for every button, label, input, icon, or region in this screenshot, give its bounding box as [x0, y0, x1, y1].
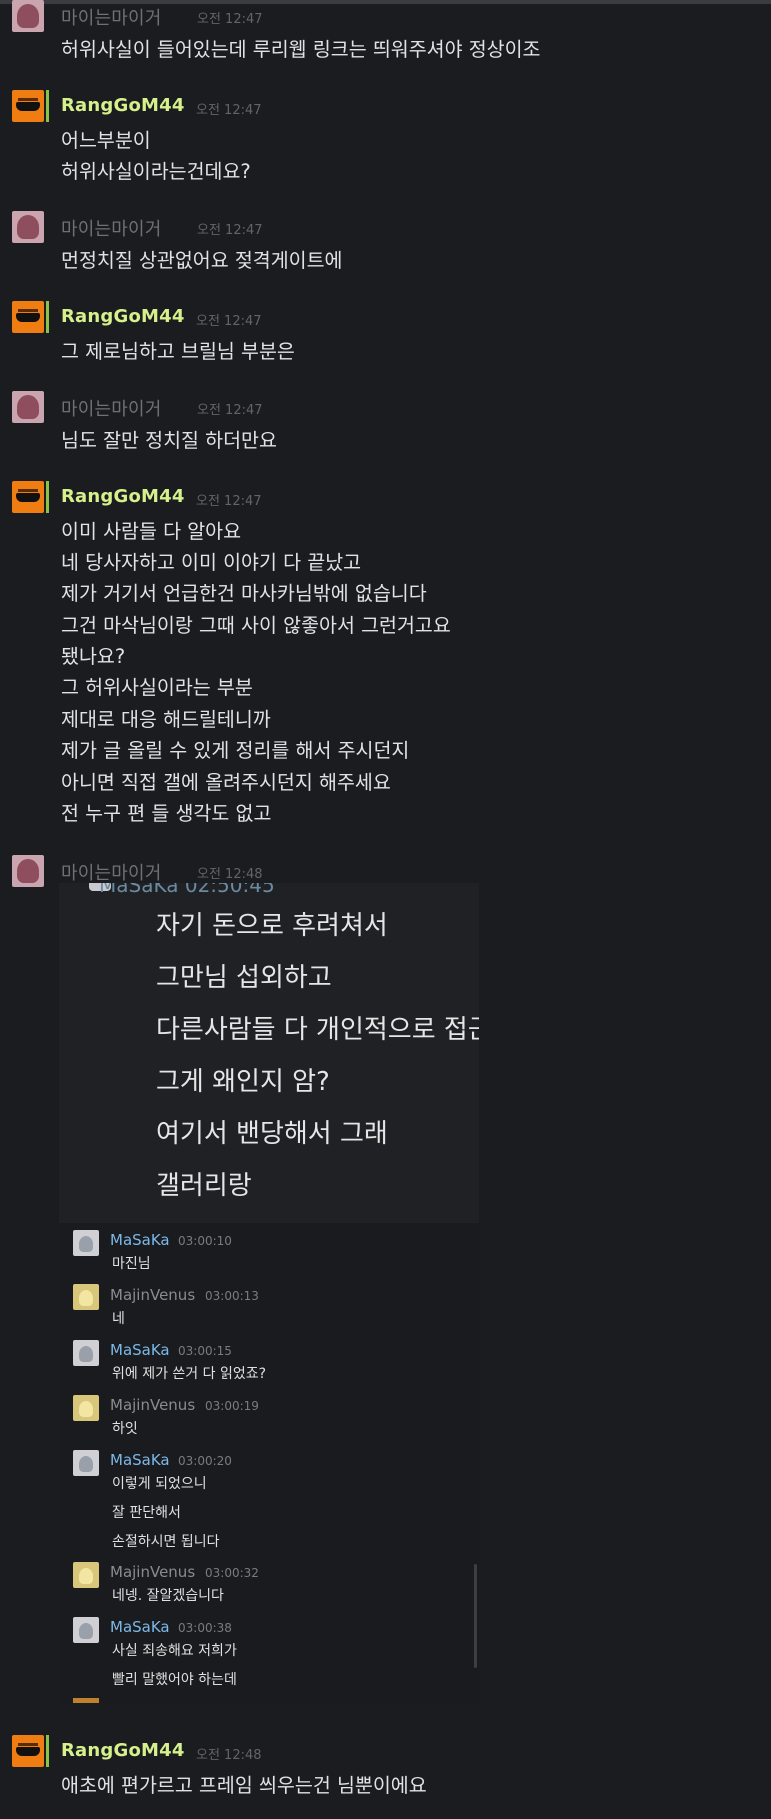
message-time: 오전 12:47 [196, 314, 262, 329]
sunglasses-icon [16, 308, 40, 322]
venus-avatar [73, 1395, 99, 1421]
author-name[interactable]: 마이는마이거 [61, 859, 162, 885]
embed-line: 이렇게 되었으니 [112, 1476, 207, 1492]
embed-line: 사실 죄송해요 저희가 [112, 1643, 237, 1659]
online-indicator [46, 301, 49, 333]
embed-text-line: 다른사람들 다 개인적으로 접근해서 긁어모으고 [156, 1015, 479, 1045]
message-time: 오전 12:47 [196, 494, 262, 509]
embed-text-line: 갤러리랑 [156, 1171, 252, 1201]
message-time: 오전 12:48 [197, 867, 263, 882]
author-name[interactable]: 마이는마이거 [61, 395, 162, 421]
venus-avatar [73, 1562, 99, 1588]
embed-time: 03:00:10 [178, 1234, 232, 1248]
embed-time: 03:00:20 [178, 1454, 232, 1468]
embed-line: 네넹. 잘알겠습니다 [112, 1588, 224, 1604]
embed-time: 03:00:15 [178, 1344, 232, 1358]
embed-line: 하잇 [112, 1421, 138, 1437]
user-avatar[interactable] [12, 391, 44, 423]
embed-author: MaSaKa [110, 1451, 170, 1469]
message-time: 오전 12:47 [196, 103, 262, 118]
online-indicator [46, 481, 49, 513]
embed-line: 빨리 말했어야 하는데 [112, 1672, 237, 1688]
message-time: 오전 12:47 [197, 12, 263, 27]
message-line: 님도 잘만 정치질 하더만요 [61, 429, 277, 452]
message-line: 이미 사람들 다 알아요 [61, 520, 242, 543]
message-line: 제가 거기서 언급한건 마사카님밖에 없습니다 [61, 582, 427, 605]
message-line: 그 허위사실이라는 부분 [61, 676, 253, 699]
user-avatar[interactable] [12, 0, 44, 32]
message-line: 먼정치질 상관없어요 젖격게이트에 [61, 249, 343, 272]
masaka-avatar [73, 1450, 99, 1476]
embed-time: 03:00:19 [205, 1399, 259, 1413]
embed-line: 위에 제가 쓴거 다 읽었죠? [112, 1366, 267, 1382]
author-name[interactable]: RangGoM44 [61, 1740, 185, 1761]
embed-author: MaSaKa [110, 1618, 170, 1636]
embed-author: MajinVenus [110, 1396, 196, 1414]
user-avatar[interactable] [12, 90, 44, 122]
embed-time: 03:00:38 [178, 1621, 232, 1635]
embed-line: 손절하시면 됩니다 [112, 1534, 220, 1550]
embed-line: 마진님 [112, 1256, 151, 1272]
message-line: 애초에 편가르고 프레임 씌우는건 님뿐이에요 [61, 1774, 427, 1797]
embed-author: MaSaKa [110, 1341, 170, 1359]
message-time: 오전 12:47 [197, 403, 263, 418]
embed-line: 네 [112, 1311, 125, 1327]
online-indicator [46, 90, 49, 122]
embed-text-line: 그만님 섭외하고 [156, 963, 332, 993]
sunglasses-icon [16, 488, 40, 502]
author-name[interactable]: RangGoM44 [61, 486, 185, 507]
message-time: 오전 12:48 [196, 1748, 262, 1763]
message-line: 아니면 직접 갤에 올려주시던지 해주세요 [61, 771, 391, 794]
embed-large-text-area: MaSaKa 02:50:45 자기 돈으로 후려쳐서 그만님 섭외하고 다른사… [59, 883, 479, 1223]
cropped-header: MaSaKa 02:50:45 [99, 883, 275, 897]
embed-author: MajinVenus [110, 1563, 196, 1581]
embed-author: MaSaKa [110, 1231, 170, 1249]
sunglasses-icon [16, 1742, 40, 1756]
embed-text-line: 자기 돈으로 후려쳐서 [156, 911, 388, 941]
cropped-avatar [73, 1698, 99, 1703]
author-name[interactable]: 마이는마이거 [61, 4, 162, 30]
user-avatar[interactable] [12, 481, 44, 513]
message-time: 오전 12:47 [197, 223, 263, 238]
message-line: 허위사실이라는건데요? [61, 160, 251, 183]
message-line: 제대로 대응 해드릴테니까 [61, 708, 271, 731]
message-line: 제가 글 올릴 수 있게 정리를 해서 주시던지 [61, 739, 410, 762]
embed-text-line: 그게 왜인지 암? [156, 1067, 330, 1097]
embed-time: 03:00:32 [205, 1566, 259, 1580]
embed-scrollbar [474, 1564, 477, 1668]
message-line: 그 제로님하고 브릴님 부분은 [61, 340, 295, 363]
embed-text-line: 여기서 밴당해서 그래 [156, 1119, 388, 1149]
author-name[interactable]: RangGoM44 [61, 95, 185, 116]
masaka-avatar [73, 1340, 99, 1366]
message-line: 전 누구 편 들 생각도 없고 [61, 802, 272, 825]
user-avatar[interactable] [12, 301, 44, 333]
masaka-avatar [73, 1617, 99, 1643]
user-avatar[interactable] [12, 211, 44, 243]
message-line: 됐나요? [61, 645, 126, 668]
sunglasses-icon [16, 97, 40, 111]
embed-time: 03:00:13 [205, 1289, 259, 1303]
embed-author: MajinVenus [110, 1286, 196, 1304]
message-line: 네 당사자하고 이미 이야기 다 끝났고 [61, 551, 362, 574]
venus-avatar [73, 1284, 99, 1310]
message-line: 어느부분이 [61, 129, 151, 152]
message-line: 그건 마삭님이랑 그때 사이 않좋아서 그런거고요 [61, 614, 451, 637]
embed-line: 잘 판단해서 [112, 1505, 181, 1521]
masaka-avatar [73, 1230, 99, 1256]
embedded-screenshot[interactable]: MaSaKa 02:50:45 자기 돈으로 후려쳐서 그만님 섭외하고 다른사… [59, 883, 479, 1703]
user-avatar[interactable] [12, 855, 44, 887]
online-indicator [46, 1735, 49, 1767]
author-name[interactable]: 마이는마이거 [61, 215, 162, 241]
user-avatar[interactable] [12, 1735, 44, 1767]
message-line: 허위사실이 들어있는데 루리웹 링크는 띄워주셔야 정상이조 [61, 38, 541, 61]
author-name[interactable]: RangGoM44 [61, 306, 185, 327]
